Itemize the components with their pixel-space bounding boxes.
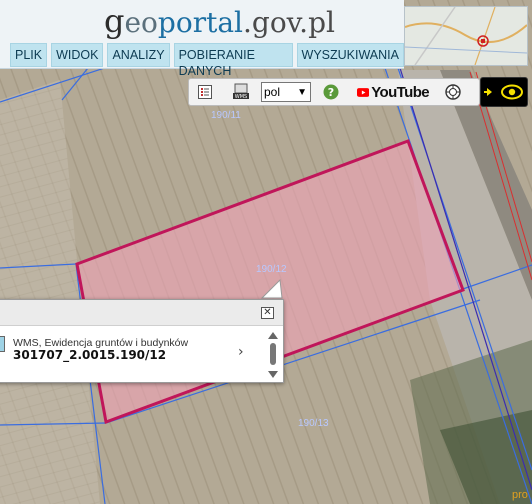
svg-text:?: ? [328,86,334,99]
list-icon[interactable] [197,83,213,101]
popup-header: ✕ [0,300,283,326]
menu-wyszukiwania[interactable]: WYSZUKIWANIA [296,43,404,67]
close-icon[interactable]: ✕ [261,307,274,319]
compass-icon[interactable] [444,83,462,101]
chevron-down-icon: ▼ [297,87,307,98]
feature-info-popup: ✕ WMS, Ewidencja gruntów i budynków 3017… [0,299,284,383]
svg-text:WMS: WMS [235,94,247,100]
popup-scrollbar[interactable] [268,332,278,378]
wms-icon[interactable]: WMS [231,83,251,101]
menu-analizy[interactable]: ANALIZY [107,43,170,67]
layer-color-marker [0,336,5,352]
parcel-label-selected: 190/12 [256,264,287,275]
corner-badge: pro [512,489,528,501]
aerial-map[interactable] [0,0,532,504]
youtube-button[interactable]: YouTube [357,83,430,101]
question-icon[interactable]: ? [322,83,340,101]
parcel-label-top: 190/11 [211,110,241,121]
visibility-toggle-button[interactable] [480,77,528,107]
overview-map[interactable] [404,6,528,66]
overview-map-image [405,7,527,65]
language-select[interactable]: pol ▼ [261,82,311,102]
eye-icon [484,84,523,100]
map-toolbar: WMS pol ▼ ? YouTube [188,78,480,106]
geoportal-logo[interactable]: geoportal.gov.pl [104,4,335,39]
main-menu: PLIK WIDOK ANALIZY POBIERANIE DANYCH WYS… [10,43,404,78]
chevron-right-icon[interactable]: › [238,344,244,360]
menu-pobieranie-danych[interactable]: POBIERANIE DANYCH [173,43,293,78]
parcel-label-bottom: 190/13 [298,418,329,429]
menu-widok[interactable]: WIDOK [51,43,104,67]
youtube-icon [357,87,370,97]
popup-parcel-id[interactable]: 301707_2.0015.190/12 [13,348,166,362]
menu-plik[interactable]: PLIK [10,43,48,67]
app-header: geoportal.gov.pl PLIK WIDOK ANALIZY POBI… [0,0,404,78]
